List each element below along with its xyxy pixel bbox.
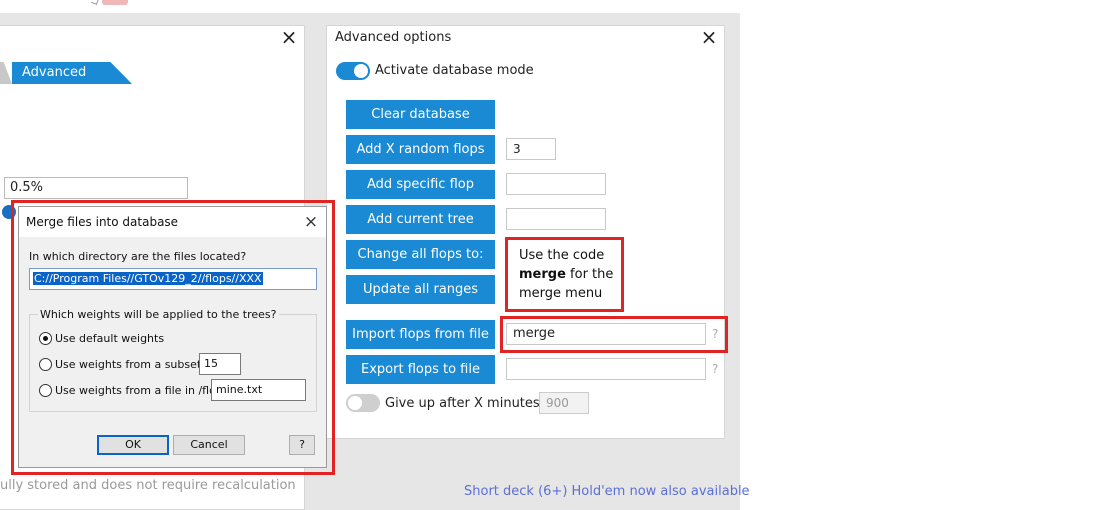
database-mode-label: Activate database mode bbox=[375, 63, 534, 78]
dialog-close-icon[interactable]: × bbox=[302, 212, 320, 232]
clear-database-button[interactable]: Clear database bbox=[346, 100, 495, 129]
give-up-label: Give up after X minutes: bbox=[385, 396, 545, 411]
random-flops-count-input[interactable]: 3 bbox=[506, 138, 556, 160]
default-weights-radio[interactable] bbox=[39, 332, 52, 345]
annotation-line-1: Use the code bbox=[519, 248, 605, 263]
weights-group-legend: Which weights will be applied to the tre… bbox=[38, 308, 279, 321]
storage-note: ully stored and does not require recalcu… bbox=[0, 478, 296, 493]
export-file-input[interactable] bbox=[506, 358, 706, 380]
annotation-bold-word: merge bbox=[519, 267, 566, 282]
toggle-knob bbox=[348, 396, 362, 410]
cancel-button[interactable]: Cancel bbox=[173, 435, 245, 455]
specific-flop-input[interactable] bbox=[506, 173, 606, 195]
notification-badge bbox=[102, 0, 128, 5]
import-highlight-box bbox=[500, 316, 728, 353]
checkmark-icon bbox=[91, 0, 99, 5]
update-all-ranges-button[interactable]: Update all ranges bbox=[346, 275, 495, 304]
export-flops-button[interactable]: Export flops to file bbox=[346, 355, 495, 384]
directory-path-input[interactable]: C://Program Files//GTOv129_2//flops//XXX bbox=[29, 268, 317, 290]
change-all-flops-button[interactable]: Change all flops to: bbox=[346, 240, 495, 269]
give-up-toggle[interactable] bbox=[346, 394, 380, 412]
subset-weights-radio[interactable] bbox=[39, 358, 52, 371]
export-help-icon[interactable]: ? bbox=[712, 362, 718, 376]
weights-file-input[interactable]: mine.txt bbox=[211, 379, 306, 401]
short-deck-link[interactable]: Short deck (6+) Hold'em now also availab… bbox=[464, 484, 750, 499]
import-flops-button[interactable]: Import flops from file bbox=[346, 320, 495, 349]
add-specific-flop-button[interactable]: Add specific flop bbox=[346, 170, 495, 199]
merge-files-dialog: Merge files into database × In which dir… bbox=[18, 206, 327, 468]
annotation-note: Use the code merge for the merge menu bbox=[519, 246, 619, 303]
subset-input[interactable]: 15 bbox=[199, 353, 241, 375]
dialog-help-button[interactable]: ? bbox=[289, 435, 315, 455]
add-current-tree-button[interactable]: Add current tree bbox=[346, 205, 495, 234]
percent-input[interactable]: 0.5% bbox=[4, 177, 188, 199]
close-icon[interactable]: × bbox=[280, 27, 298, 47]
current-tree-input[interactable] bbox=[506, 208, 606, 230]
annotation-line-3: merge menu bbox=[519, 286, 603, 301]
file-weights-radio[interactable] bbox=[39, 384, 52, 397]
database-mode-toggle[interactable] bbox=[336, 62, 370, 80]
subset-weights-label: Use weights from a subset: bbox=[55, 358, 205, 371]
default-weights-label: Use default weights bbox=[55, 332, 165, 345]
add-random-flops-button[interactable]: Add X random flops bbox=[346, 135, 495, 164]
dialog-title: Merge files into database bbox=[26, 215, 179, 229]
annotation-line-2: merge for the bbox=[519, 265, 619, 284]
close-icon[interactable]: × bbox=[700, 27, 718, 47]
directory-path-text: C://Program Files//GTOv129_2//flops//XXX bbox=[33, 272, 263, 285]
ok-button[interactable]: OK bbox=[97, 435, 169, 455]
give-up-minutes-input[interactable]: 900 bbox=[539, 392, 589, 414]
toggle-knob bbox=[354, 64, 368, 78]
file-weights-label: Use weights from a file in /flops bbox=[55, 384, 229, 397]
directory-question: In which directory are the files located… bbox=[29, 250, 247, 263]
top-strip bbox=[0, 0, 740, 13]
panel-title: Advanced options bbox=[335, 30, 452, 45]
annotation-line-2-rest: for the bbox=[565, 267, 614, 282]
